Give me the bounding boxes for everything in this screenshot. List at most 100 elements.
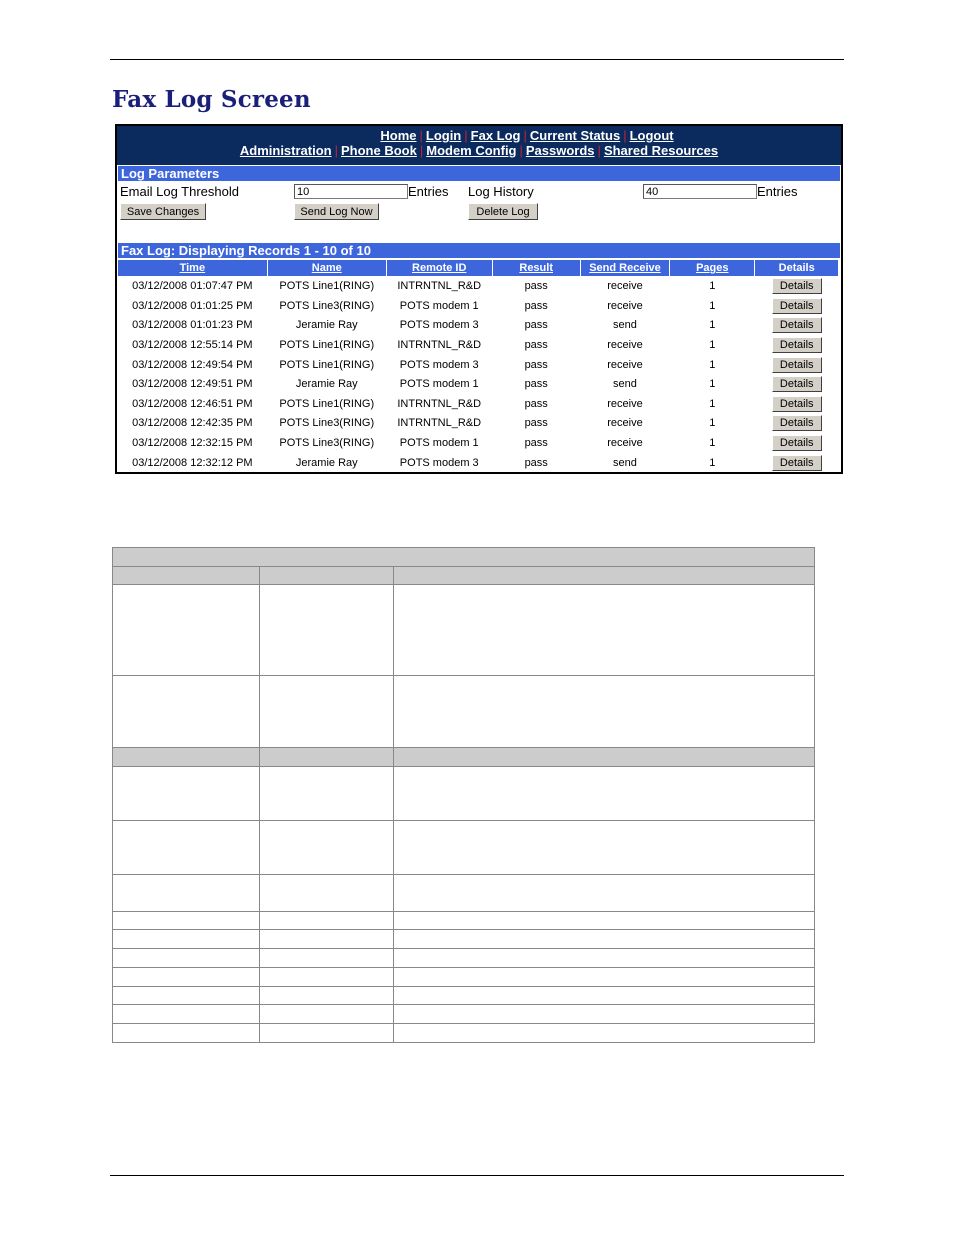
details-button[interactable]: Details	[771, 376, 822, 393]
column-header-time[interactable]: Time	[118, 260, 267, 276]
pages-cell: 1	[709, 358, 716, 371]
table-header-row	[112, 566, 815, 585]
sort-by-name-link[interactable]: Name	[312, 262, 342, 274]
nav-row-2: Administration | Phone Book | Modem Config | P…	[117, 143, 841, 158]
nav-link-shared-resources[interactable]: Shared Resources	[604, 143, 718, 158]
column-header-name[interactable]: Name	[267, 260, 386, 276]
fax-log-row: 03/12/2008 12:42:35 PM POTS Line3(RING) IN…	[118, 414, 838, 433]
result-cell: pass	[524, 437, 548, 450]
column-header-send-receive[interactable]: Send Receive	[580, 260, 670, 276]
remote-id-cell: POTS modem 3	[399, 358, 479, 371]
sort-by-remote-id-link[interactable]: Remote ID	[412, 262, 466, 274]
log-history-label: Log History	[468, 184, 534, 199]
fax-log-row: 03/12/2008 01:07:47 PM POTS Line1(RING) IN…	[118, 277, 838, 296]
name-cell: POTS Line3(RING)	[279, 299, 375, 312]
name-cell: POTS Line1(RING)	[279, 397, 375, 410]
fax-log-row: 03/12/2008 01:01:25 PM POTS Line3(RING) PO…	[118, 297, 838, 316]
sort-by-result-link[interactable]: Result	[519, 262, 553, 274]
remote-id-cell: POTS modem 1	[399, 437, 479, 450]
details-button[interactable]: Details	[771, 278, 822, 295]
time-cell: 03/12/2008 12:55:14 PM	[132, 339, 253, 352]
table-cell	[259, 584, 394, 676]
details-button[interactable]: Details	[771, 356, 822, 373]
details-button[interactable]: Details	[771, 395, 822, 412]
details-cell: Details	[755, 297, 838, 316]
log-history-input[interactable]	[643, 184, 757, 199]
column-header-pages[interactable]: Pages	[670, 260, 755, 276]
table-cell	[112, 1023, 260, 1043]
send-receive-cell: receive	[607, 417, 643, 430]
table-cell	[393, 948, 815, 968]
table-cell	[393, 874, 815, 912]
save-changes-button[interactable]: Save Changes	[120, 203, 206, 220]
table-row	[112, 820, 815, 875]
table-cell	[393, 967, 815, 987]
details-button[interactable]: Details	[771, 435, 822, 452]
nav-link-passwords[interactable]: Passwords	[526, 143, 595, 158]
table-cell	[393, 929, 815, 949]
table-cell	[393, 584, 815, 676]
column-header-result[interactable]: Result	[492, 260, 580, 276]
details-button[interactable]: Details	[771, 317, 822, 334]
send-receive-cell: send	[613, 319, 637, 332]
table-cell	[259, 820, 394, 875]
details-button[interactable]: Details	[771, 454, 822, 471]
pages-cell: 1	[709, 397, 716, 410]
details-cell: Details	[755, 414, 838, 433]
footer-rule	[110, 1175, 844, 1176]
remote-id-cell: POTS modem 1	[399, 299, 479, 312]
nav-link-logout[interactable]: Logout	[630, 128, 674, 143]
nav-link-fax-log[interactable]: Fax Log	[471, 128, 521, 143]
name-cell: POTS Line1(RING)	[279, 280, 375, 293]
details-button[interactable]: Details	[771, 337, 822, 354]
sort-by-time-link[interactable]: Time	[180, 262, 205, 274]
send-receive-cell: receive	[607, 437, 643, 450]
column-header-remote-id[interactable]: Remote ID	[386, 260, 492, 276]
table-cell	[259, 967, 394, 987]
sort-by-send-receive-link[interactable]: Send Receive	[589, 262, 661, 274]
send-log-now-button[interactable]: Send Log Now	[294, 203, 379, 220]
details-cell: Details	[755, 355, 838, 374]
nav-link-home[interactable]: Home	[380, 128, 416, 143]
table-cell	[112, 766, 260, 821]
nav-separator: |	[597, 143, 601, 158]
table-cell	[259, 766, 394, 821]
table-title-cell	[112, 547, 815, 567]
details-button[interactable]: Details	[771, 297, 822, 314]
header-rule	[110, 59, 844, 60]
name-cell: POTS Line3(RING)	[279, 437, 375, 450]
nav-link-phone-book[interactable]: Phone Book	[341, 143, 417, 158]
table-cell	[112, 911, 260, 930]
time-cell: 03/12/2008 01:01:23 PM	[132, 319, 253, 332]
details-cell: Details	[755, 434, 838, 453]
fax-log-row: 03/12/2008 12:55:14 PM POTS Line1(RING) IN…	[118, 336, 838, 355]
pages-cell: 1	[709, 319, 716, 332]
fax-log-row: 03/12/2008 12:32:15 PM POTS Line3(RING) PO…	[118, 434, 838, 453]
fax-log-header-row: Time Name Remote ID Result Send Receive …	[118, 260, 838, 276]
time-cell: 03/12/2008 12:32:15 PM	[132, 437, 253, 450]
name-cell: Jeramie Ray	[295, 456, 358, 469]
fax-log-row: 03/12/2008 12:46:51 PM POTS Line1(RING) IN…	[118, 395, 838, 414]
nav-separator: |	[523, 128, 527, 143]
details-cell: Details	[755, 336, 838, 355]
nav-row-1: Home | Login | Fax Log | Current Status | Logout	[117, 128, 841, 143]
table-cell	[112, 675, 260, 748]
nav-link-login[interactable]: Login	[426, 128, 461, 143]
result-cell: pass	[524, 299, 548, 312]
table-cell	[112, 948, 260, 968]
nav-link-current-status[interactable]: Current Status	[530, 128, 620, 143]
email-log-threshold-input[interactable]	[294, 184, 408, 199]
header-cell	[259, 747, 394, 767]
table-cell	[259, 948, 394, 968]
table-row	[112, 911, 815, 930]
nav-link-administration[interactable]: Administration	[240, 143, 332, 158]
nav-link-modem-config[interactable]: Modem Config	[426, 143, 516, 158]
entries-label-2: Entries	[757, 184, 798, 199]
table-cell	[259, 1023, 394, 1043]
sort-by-pages-link[interactable]: Pages	[696, 262, 728, 274]
remote-id-cell: INTRNTNL_R&D	[397, 417, 482, 430]
nav-separator: |	[519, 143, 523, 158]
delete-log-button[interactable]: Delete Log	[468, 203, 538, 220]
details-button[interactable]: Details	[771, 415, 822, 432]
send-receive-cell: receive	[607, 280, 643, 293]
